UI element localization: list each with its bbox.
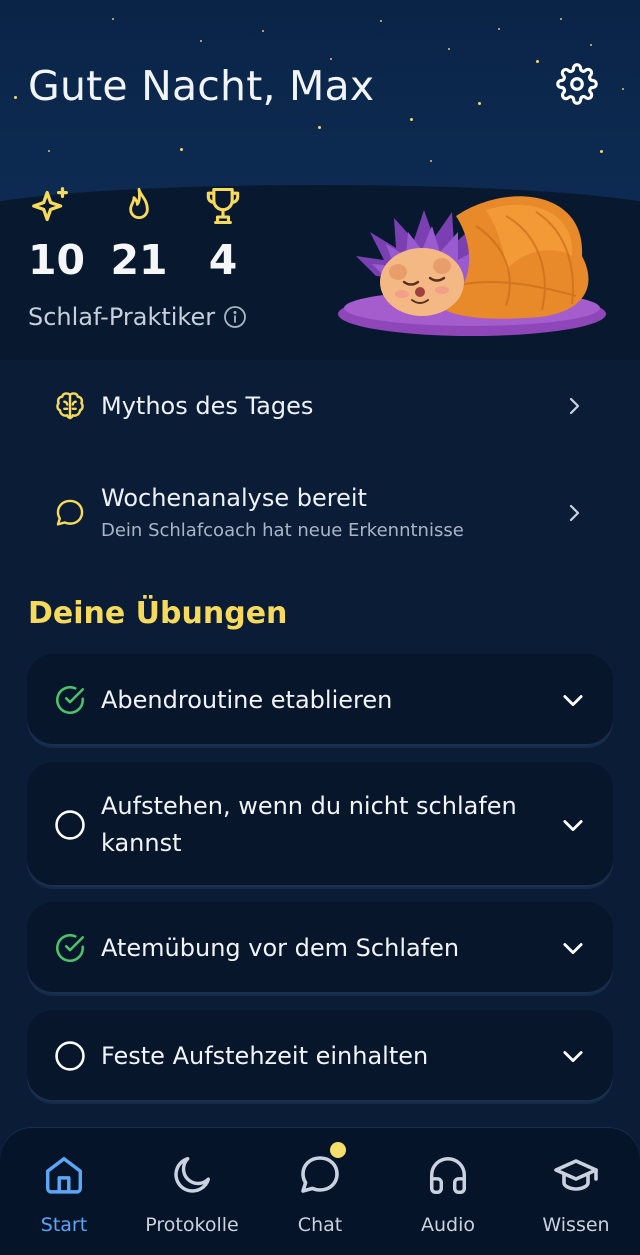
flame-icon <box>119 182 159 230</box>
stat-sparkles: 10 <box>28 182 86 284</box>
chat-bubble-icon <box>52 495 88 531</box>
exercise-card[interactable]: Abendroutine etablieren <box>27 654 613 746</box>
tab-wissen[interactable]: Wissen <box>516 1150 636 1236</box>
bottom-tab-bar: Start Protokolle Chat Audio Wissen <box>0 1128 640 1255</box>
myth-of-the-day-link[interactable]: Mythos des Tages <box>52 388 592 424</box>
sparkles-icon <box>28 182 74 230</box>
empty-circle-icon[interactable] <box>53 808 87 842</box>
tab-label: Audio <box>420 1214 475 1236</box>
gear-icon[interactable] <box>553 60 601 108</box>
weekly-analysis-link[interactable]: Wochenanalyse bereit Dein Schlafcoach ha… <box>52 484 592 541</box>
exercise-card[interactable]: Feste Aufstehzeit einhalten <box>27 1010 613 1102</box>
info-icon[interactable] <box>223 305 247 329</box>
level-label[interactable]: Schlaf-Praktiker <box>28 303 247 331</box>
stat-value: 10 <box>28 236 86 284</box>
exercise-label: Aufstehen, wenn du nicht schlafen kannst <box>101 791 517 857</box>
brain-icon <box>52 388 88 424</box>
home-icon <box>39 1150 89 1200</box>
tab-audio[interactable]: Audio <box>388 1150 508 1236</box>
check-circle-icon[interactable] <box>53 931 87 965</box>
exercises-section-title: Deine Übungen <box>28 596 288 631</box>
exercise-label: Feste Aufstehzeit einhalten <box>101 1041 429 1070</box>
notification-badge <box>330 1142 346 1158</box>
link-title: Mythos des Tages <box>101 392 314 420</box>
exercise-card[interactable]: Aufstehen, wenn du nicht schlafen kannst <box>27 762 613 887</box>
stat-value: 4 <box>208 236 238 284</box>
level-text: Schlaf-Praktiker <box>28 303 216 331</box>
link-title: Wochenanalyse bereit <box>101 484 367 512</box>
exercise-label: Atemübung vor dem Schlafen <box>101 933 460 962</box>
stat-value: 21 <box>110 236 168 284</box>
tab-label: Wissen <box>542 1214 610 1236</box>
chevron-down-icon[interactable] <box>559 686 587 714</box>
tab-protokolle[interactable]: Protokolle <box>132 1150 252 1236</box>
exercise-card[interactable]: Atemübung vor dem Schlafen <box>27 902 613 994</box>
stat-trophies: 4 <box>196 182 250 284</box>
empty-circle-icon[interactable] <box>53 1039 87 1073</box>
chevron-down-icon[interactable] <box>559 811 587 839</box>
greeting-title: Gute Nacht, Max <box>28 62 375 110</box>
tab-label: Chat <box>297 1214 343 1236</box>
graduation-cap-icon <box>551 1150 601 1200</box>
moon-icon <box>167 1150 217 1200</box>
check-circle-icon[interactable] <box>53 683 87 717</box>
tab-chat[interactable]: Chat <box>260 1142 380 1236</box>
chevron-down-icon[interactable] <box>559 934 587 962</box>
chevron-right-icon <box>562 501 586 525</box>
chevron-right-icon <box>562 394 586 418</box>
stats-row: 10 21 4 <box>28 182 250 284</box>
stat-streak: 21 <box>110 182 168 284</box>
link-subtitle: Dein Schlafcoach hat neue Erkenntnisse <box>101 520 464 541</box>
sleeping-hedgehog-illustration <box>336 186 608 338</box>
tab-start[interactable]: Start <box>4 1150 124 1236</box>
tab-label: Protokolle <box>145 1214 239 1236</box>
tab-label: Start <box>40 1214 88 1236</box>
headphones-icon <box>423 1150 473 1200</box>
trophy-icon <box>201 182 245 230</box>
chevron-down-icon[interactable] <box>559 1042 587 1070</box>
exercise-label: Abendroutine etablieren <box>101 685 393 714</box>
